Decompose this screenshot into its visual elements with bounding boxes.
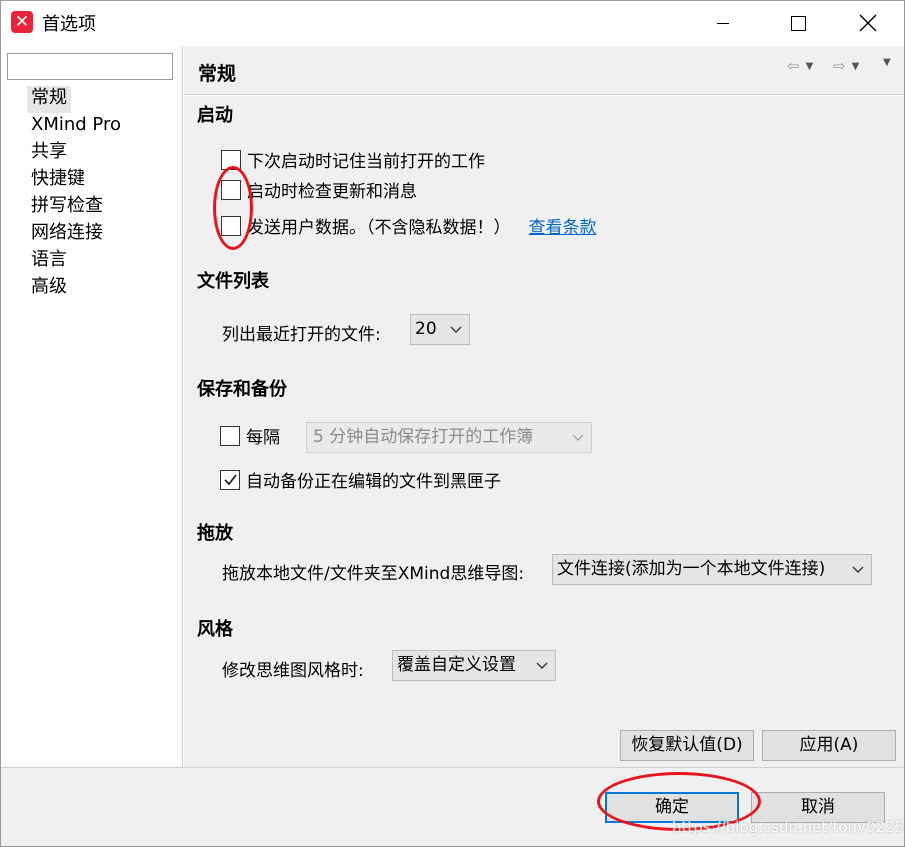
forward-button[interactable]: ⇨ ▼	[833, 57, 859, 75]
autosave-option[interactable]: 每隔	[220, 423, 280, 448]
minimize-button[interactable]	[688, 0, 758, 46]
send-data-option[interactable]: 发送用户数据。（不含隐私数据！） 查看条款	[221, 213, 597, 238]
maximize-icon	[790, 15, 806, 31]
chevron-down-icon: ▼	[805, 60, 814, 72]
autosave-interval-select[interactable]: 5 分钟自动保存打开的工作簿	[306, 422, 592, 453]
preferences-sidebar: 常规 XMind Pro 共享 快捷键 拼写检查 网络连接 语言 高级	[0, 46, 183, 767]
drag-drop-select[interactable]: 文件连接(添加为一个本地文件连接)	[552, 554, 872, 585]
style-change-value: 覆盖自定义设置	[397, 655, 516, 675]
watermark-text: https://blog.csdn.net/tony0225	[672, 818, 905, 836]
page-title: 常规	[198, 63, 237, 85]
maximize-button[interactable]	[763, 0, 833, 46]
sidebar-item-shortcuts[interactable]: 快捷键	[27, 167, 125, 194]
sidebar-item-network[interactable]: 网络连接	[27, 221, 125, 248]
page-header: 常规 ⇦ ▼ ⇨ ▼ ▼	[184, 46, 905, 95]
remember-work-label: 下次启动时记住当前打开的工作	[247, 152, 485, 172]
close-icon	[859, 14, 877, 32]
send-data-checkbox[interactable]	[221, 215, 241, 236]
close-button[interactable]	[833, 0, 903, 46]
chevron-down-icon	[572, 434, 584, 441]
back-button[interactable]: ⇦ ▼	[787, 57, 813, 75]
blackbox-backup-label: 自动备份正在编辑的文件到黑匣子	[246, 472, 501, 492]
sidebar-item-sharing[interactable]: 共享	[27, 140, 125, 167]
general-preferences-panel: 启动 下次启动时记住当前打开的工作 启动时检查更新和消息 发送用户数据。（不含隐…	[184, 96, 905, 767]
drag-drop-label: 拖放本地文件/文件夹至XMind思维导图:	[222, 564, 525, 584]
sidebar-item-spelling[interactable]: 拼写检查	[27, 194, 125, 221]
menu-chevron-icon: ▼	[883, 57, 891, 68]
forward-arrow-icon: ⇨	[833, 57, 846, 75]
blackbox-backup-checkbox[interactable]	[220, 469, 240, 490]
chevron-down-icon	[852, 566, 864, 573]
autosave-interval-value: 5 分钟自动保存打开的工作簿	[313, 427, 534, 447]
section-style-title: 风格	[197, 619, 233, 640]
sidebar-item-xmind-pro[interactable]: XMind Pro	[27, 113, 125, 140]
section-drag-drop-title: 拖放	[197, 523, 233, 544]
recent-files-select[interactable]: 20	[410, 314, 470, 345]
remember-work-option[interactable]: 下次启动时记住当前打开的工作	[221, 147, 485, 172]
check-updates-label: 启动时检查更新和消息	[247, 182, 417, 202]
send-data-label: 发送用户数据。（不含隐私数据！）	[247, 218, 511, 238]
recent-files-label: 列出最近打开的文件:	[222, 325, 381, 345]
style-change-select[interactable]: 覆盖自定义设置	[392, 650, 556, 681]
window-title: 首选项	[42, 14, 96, 35]
recent-files-value: 20	[415, 319, 437, 339]
chevron-down-icon: ▼	[851, 60, 860, 72]
minimize-icon	[717, 22, 729, 24]
checkmark-icon	[223, 474, 237, 486]
chevron-down-icon	[450, 326, 462, 333]
chevron-down-icon	[536, 662, 548, 669]
sidebar-item-general[interactable]: 常规	[27, 86, 71, 113]
view-terms-link[interactable]: 查看条款	[529, 213, 597, 238]
blackbox-backup-option[interactable]: 自动备份正在编辑的文件到黑匣子	[220, 467, 501, 492]
sidebar-item-advanced[interactable]: 高级	[27, 275, 125, 302]
view-menu-button[interactable]: ▼	[877, 57, 891, 68]
check-updates-checkbox[interactable]	[221, 179, 241, 200]
style-change-label: 修改思维图风格时:	[222, 661, 364, 681]
section-file-list-title: 文件列表	[197, 271, 269, 292]
autosave-checkbox[interactable]	[220, 425, 240, 446]
back-arrow-icon: ⇦	[787, 57, 800, 75]
restore-defaults-button[interactable]: 恢复默认值(D)	[620, 730, 754, 761]
title-bar: ✕ 首选项	[0, 0, 905, 46]
xmind-logo-icon: ✕	[11, 11, 33, 33]
section-startup-title: 启动	[197, 105, 233, 126]
section-save-backup-title: 保存和备份	[197, 379, 287, 400]
remember-work-checkbox[interactable]	[221, 149, 241, 170]
sidebar-item-language[interactable]: 语言	[27, 248, 125, 275]
check-updates-option[interactable]: 启动时检查更新和消息	[221, 177, 417, 202]
filter-input[interactable]	[7, 53, 173, 80]
preferences-nav: 常规 XMind Pro 共享 快捷键 拼写检查 网络连接 语言 高级	[27, 86, 125, 302]
autosave-every-label: 每隔	[246, 428, 280, 448]
drag-drop-value: 文件连接(添加为一个本地文件连接)	[557, 559, 826, 579]
apply-button[interactable]: 应用(A)	[762, 730, 896, 761]
